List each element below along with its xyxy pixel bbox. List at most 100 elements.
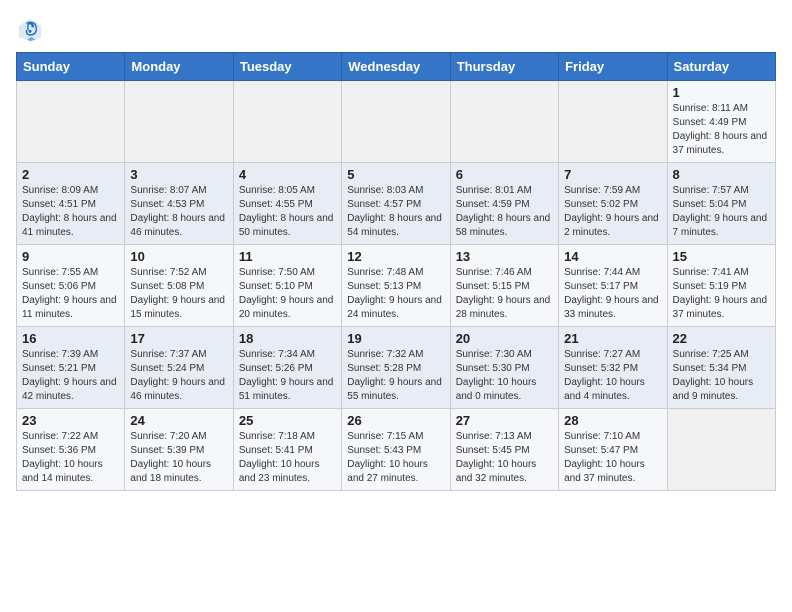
day-number: 3: [130, 167, 227, 182]
day-info: Sunrise: 7:10 AM Sunset: 5:47 PM Dayligh…: [564, 430, 661, 486]
calendar-cell: 28 Sunrise: 7:10 AM Sunset: 5:47 PM Dayli…: [559, 409, 667, 491]
calendar-cell: 5 Sunrise: 8:03 AM Sunset: 4:57 PM Daylig…: [342, 163, 450, 245]
calendar-cell: 22 Sunrise: 7:25 AM Sunset: 5:34 PM Dayli…: [667, 327, 775, 409]
calendar-weekday-saturday: Saturday: [667, 53, 775, 81]
day-number: 5: [347, 167, 444, 182]
calendar-cell: 1 Sunrise: 8:11 AM Sunset: 4:49 PM Daylig…: [667, 81, 775, 163]
day-number: 8: [673, 167, 770, 182]
day-info: Sunrise: 7:13 AM Sunset: 5:45 PM Dayligh…: [456, 430, 553, 486]
day-number: 16: [22, 331, 119, 346]
header: [16, 16, 776, 44]
page-container: SundayMondayTuesdayWednesdayThursdayFrid…: [0, 0, 792, 499]
calendar-cell: [17, 81, 125, 163]
calendar-week-2: 2 Sunrise: 8:09 AM Sunset: 4:51 PM Daylig…: [17, 163, 776, 245]
calendar-cell: 7 Sunrise: 7:59 AM Sunset: 5:02 PM Daylig…: [559, 163, 667, 245]
day-number: 18: [239, 331, 336, 346]
day-number: 23: [22, 413, 119, 428]
calendar-cell: 17Sunrise: 7:37 AM Sunset: 5:24 PM Dayli…: [125, 327, 233, 409]
calendar-cell: 15 Sunrise: 7:41 AM Sunset: 5:19 PM Dayli…: [667, 245, 775, 327]
day-number: 10: [130, 249, 227, 264]
calendar-cell: 8 Sunrise: 7:57 AM Sunset: 5:04 PM Daylig…: [667, 163, 775, 245]
day-info: Sunrise: 7:46 AM Sunset: 5:15 PM Dayligh…: [456, 266, 553, 322]
calendar-weekday-friday: Friday: [559, 53, 667, 81]
calendar-cell: [559, 81, 667, 163]
day-number: 22: [673, 331, 770, 346]
day-number: 4: [239, 167, 336, 182]
calendar-cell: 10 Sunrise: 7:52 AM Sunset: 5:08 PM Dayli…: [125, 245, 233, 327]
calendar-cell: 13 Sunrise: 7:46 AM Sunset: 5:15 PM Dayli…: [450, 245, 558, 327]
calendar-cell: 24 Sunrise: 7:20 AM Sunset: 5:39 PM Dayli…: [125, 409, 233, 491]
calendar-weekday-wednesday: Wednesday: [342, 53, 450, 81]
calendar-cell: 6 Sunrise: 8:01 AM Sunset: 4:59 PM Daylig…: [450, 163, 558, 245]
calendar-cell: [125, 81, 233, 163]
day-number: 13: [456, 249, 553, 264]
day-info: Sunrise: 8:07 AM Sunset: 4:53 PM Dayligh…: [130, 184, 227, 240]
calendar-week-3: 9Sunrise: 7:55 AM Sunset: 5:06 PM Daylig…: [17, 245, 776, 327]
calendar-cell: 27 Sunrise: 7:13 AM Sunset: 5:45 PM Dayli…: [450, 409, 558, 491]
day-number: 14: [564, 249, 661, 264]
day-info: Sunrise: 8:11 AM Sunset: 4:49 PM Dayligh…: [673, 102, 770, 158]
calendar-table: SundayMondayTuesdayWednesdayThursdayFrid…: [16, 52, 776, 491]
day-number: 15: [673, 249, 770, 264]
day-number: 24: [130, 413, 227, 428]
day-info: Sunrise: 7:25 AM Sunset: 5:34 PM Dayligh…: [673, 348, 770, 404]
calendar-weekday-sunday: Sunday: [17, 53, 125, 81]
day-number: 19: [347, 331, 444, 346]
day-info: Sunrise: 7:52 AM Sunset: 5:08 PM Dayligh…: [130, 266, 227, 322]
day-info: Sunrise: 8:09 AM Sunset: 4:51 PM Dayligh…: [22, 184, 119, 240]
day-info: Sunrise: 7:32 AM Sunset: 5:28 PM Dayligh…: [347, 348, 444, 404]
day-number: 26: [347, 413, 444, 428]
calendar-cell: 11 Sunrise: 7:50 AM Sunset: 5:10 PM Dayli…: [233, 245, 341, 327]
day-number: 20: [456, 331, 553, 346]
calendar-cell: 25 Sunrise: 7:18 AM Sunset: 5:41 PM Dayli…: [233, 409, 341, 491]
day-info: Sunrise: 7:50 AM Sunset: 5:10 PM Dayligh…: [239, 266, 336, 322]
day-info: Sunrise: 7:34 AM Sunset: 5:26 PM Dayligh…: [239, 348, 336, 404]
day-info: Sunrise: 7:41 AM Sunset: 5:19 PM Dayligh…: [673, 266, 770, 322]
day-info: Sunrise: 7:20 AM Sunset: 5:39 PM Dayligh…: [130, 430, 227, 486]
calendar-cell: 9Sunrise: 7:55 AM Sunset: 5:06 PM Daylig…: [17, 245, 125, 327]
day-number: 6: [456, 167, 553, 182]
logo-icon: [16, 16, 44, 44]
calendar-cell: 21Sunrise: 7:27 AM Sunset: 5:32 PM Dayli…: [559, 327, 667, 409]
day-info: Sunrise: 7:18 AM Sunset: 5:41 PM Dayligh…: [239, 430, 336, 486]
day-info: Sunrise: 7:30 AM Sunset: 5:30 PM Dayligh…: [456, 348, 553, 404]
calendar-cell: 23 Sunrise: 7:22 AM Sunset: 5:36 PM Dayli…: [17, 409, 125, 491]
calendar-cell: 19 Sunrise: 7:32 AM Sunset: 5:28 PM Dayli…: [342, 327, 450, 409]
day-info: Sunrise: 7:57 AM Sunset: 5:04 PM Dayligh…: [673, 184, 770, 240]
day-number: 12: [347, 249, 444, 264]
calendar-cell: 2 Sunrise: 8:09 AM Sunset: 4:51 PM Daylig…: [17, 163, 125, 245]
logo: [16, 16, 48, 44]
calendar-week-1: 1 Sunrise: 8:11 AM Sunset: 4:49 PM Daylig…: [17, 81, 776, 163]
day-info: Sunrise: 8:03 AM Sunset: 4:57 PM Dayligh…: [347, 184, 444, 240]
day-number: 9: [22, 249, 119, 264]
day-number: 1: [673, 85, 770, 100]
calendar-weekday-thursday: Thursday: [450, 53, 558, 81]
day-info: Sunrise: 7:22 AM Sunset: 5:36 PM Dayligh…: [22, 430, 119, 486]
day-info: Sunrise: 7:39 AM Sunset: 5:21 PM Dayligh…: [22, 348, 119, 404]
calendar-cell: 12 Sunrise: 7:48 AM Sunset: 5:13 PM Dayli…: [342, 245, 450, 327]
calendar-cell: 18 Sunrise: 7:34 AM Sunset: 5:26 PM Dayli…: [233, 327, 341, 409]
day-number: 11: [239, 249, 336, 264]
day-info: Sunrise: 8:05 AM Sunset: 4:55 PM Dayligh…: [239, 184, 336, 240]
calendar-cell: 14 Sunrise: 7:44 AM Sunset: 5:17 PM Dayli…: [559, 245, 667, 327]
calendar-cell: 26 Sunrise: 7:15 AM Sunset: 5:43 PM Dayli…: [342, 409, 450, 491]
calendar-cell: 3 Sunrise: 8:07 AM Sunset: 4:53 PM Daylig…: [125, 163, 233, 245]
calendar-cell: [233, 81, 341, 163]
day-info: Sunrise: 7:15 AM Sunset: 5:43 PM Dayligh…: [347, 430, 444, 486]
calendar-cell: [450, 81, 558, 163]
day-info: Sunrise: 8:01 AM Sunset: 4:59 PM Dayligh…: [456, 184, 553, 240]
day-number: 27: [456, 413, 553, 428]
day-number: 2: [22, 167, 119, 182]
day-info: Sunrise: 7:44 AM Sunset: 5:17 PM Dayligh…: [564, 266, 661, 322]
day-info: Sunrise: 7:48 AM Sunset: 5:13 PM Dayligh…: [347, 266, 444, 322]
calendar-cell: [667, 409, 775, 491]
day-number: 28: [564, 413, 661, 428]
day-number: 7: [564, 167, 661, 182]
calendar-header-row: SundayMondayTuesdayWednesdayThursdayFrid…: [17, 53, 776, 81]
day-info: Sunrise: 7:59 AM Sunset: 5:02 PM Dayligh…: [564, 184, 661, 240]
day-info: Sunrise: 7:37 AM Sunset: 5:24 PM Dayligh…: [130, 348, 227, 404]
calendar-week-5: 23 Sunrise: 7:22 AM Sunset: 5:36 PM Dayli…: [17, 409, 776, 491]
calendar-cell: 16 Sunrise: 7:39 AM Sunset: 5:21 PM Dayli…: [17, 327, 125, 409]
day-number: 25: [239, 413, 336, 428]
day-number: 21: [564, 331, 661, 346]
